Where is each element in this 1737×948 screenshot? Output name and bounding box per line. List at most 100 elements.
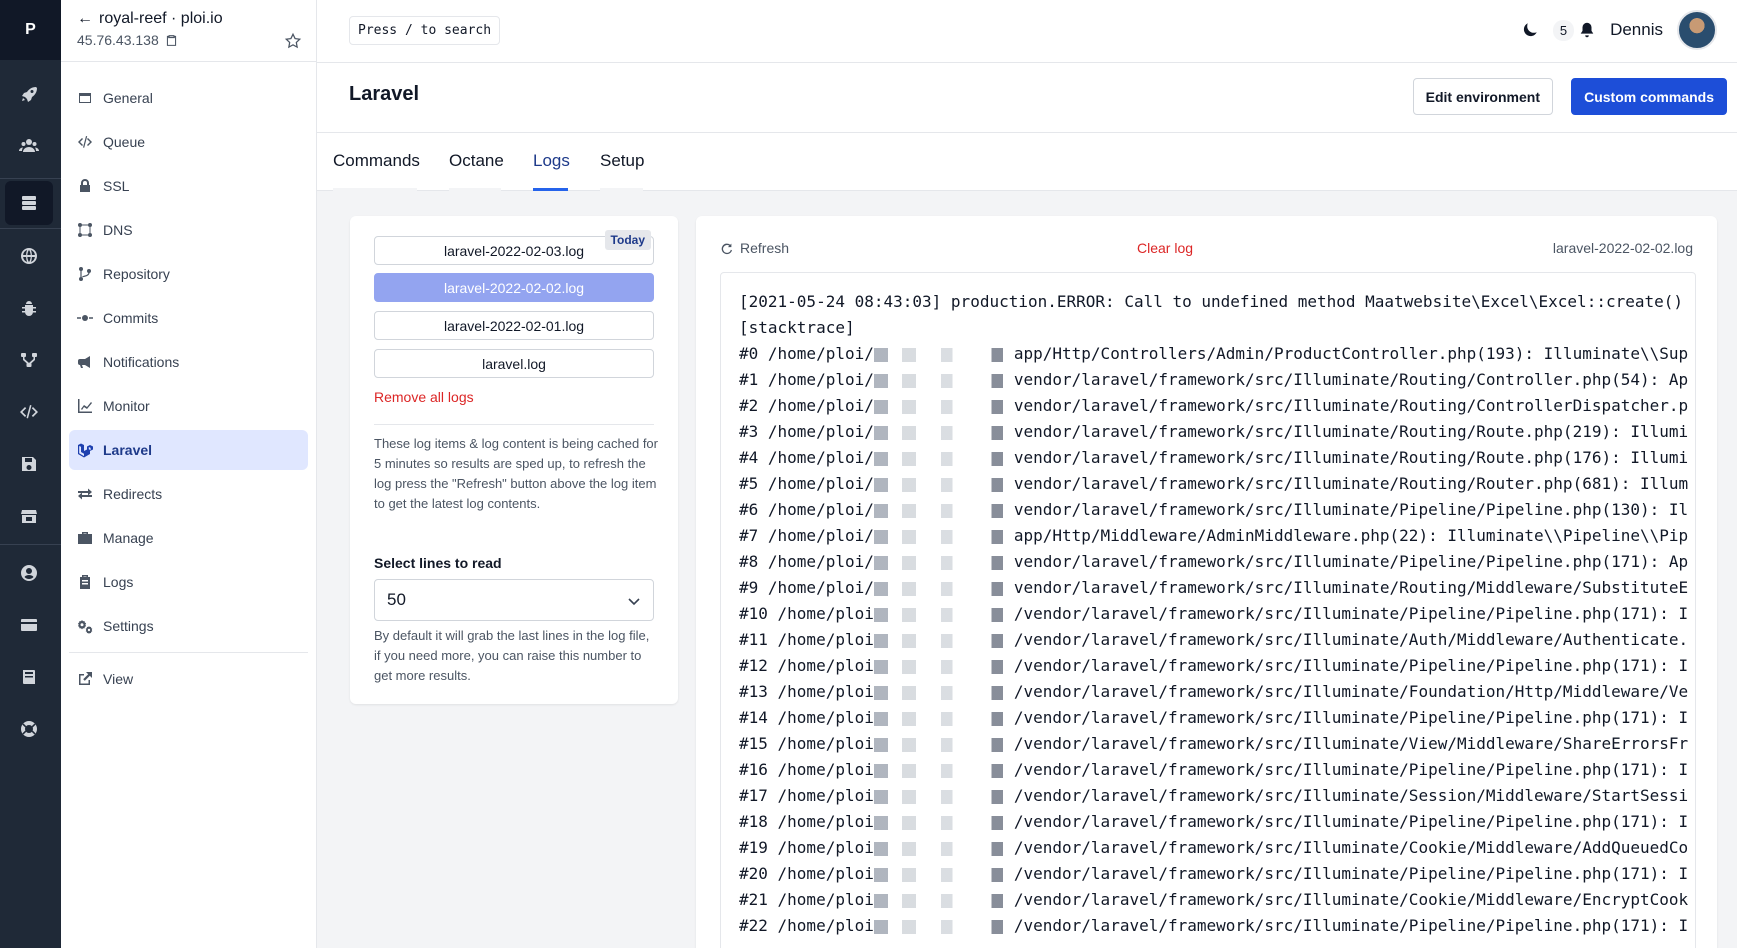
save-icon[interactable] [5, 442, 53, 486]
nav-item-logs[interactable]: Logs [69, 562, 308, 602]
stacktrace-line: #8 /home/ploi/vendor/laravel/framework/s… [739, 549, 1688, 575]
redacted-path [873, 503, 1014, 518]
site-ip-row: 45.76.43.138 [77, 32, 300, 48]
nav-item-view[interactable]: View [69, 659, 308, 699]
nav-label: Queue [103, 134, 146, 150]
rocket-icon[interactable] [5, 72, 53, 116]
log-file-button-selected[interactable]: laravel-2022-02-02.log [374, 273, 654, 302]
custom-commands-button[interactable]: Custom commands [1571, 78, 1727, 115]
log-file-button[interactable]: laravel-2022-02-01.log [374, 311, 654, 340]
remove-all-logs-link[interactable]: Remove all logs [374, 389, 474, 405]
clear-log-link[interactable]: Clear log [1137, 240, 1193, 256]
tab-label: Logs [533, 151, 570, 170]
servers-icon[interactable] [5, 181, 53, 225]
clipboard-copy-icon[interactable] [165, 34, 178, 47]
nav-item-manage[interactable]: Manage [69, 518, 308, 558]
stacktrace-prefix: #0 /home/ploi/ [739, 344, 874, 363]
stacktrace-prefix: #4 /home/ploi/ [739, 448, 874, 467]
redacted-path [873, 685, 1014, 700]
user-circle-icon[interactable] [5, 551, 53, 595]
nav-item-monitor[interactable]: Monitor [69, 386, 308, 426]
nav-item-repository[interactable]: Repository [69, 254, 308, 294]
site-back-link[interactable]: ← royal-reef · ploi.io [77, 10, 300, 28]
top-bar: Press / to search 5 Dennis [317, 0, 1737, 63]
log-files-card: laravel-2022-02-03.log Today laravel-202… [350, 216, 678, 704]
credit-card-icon[interactable] [5, 603, 53, 647]
redirect-icon [78, 488, 92, 500]
avatar[interactable] [1677, 10, 1717, 50]
stacktrace-path: vendor/laravel/framework/src/Illuminate/… [1013, 448, 1689, 467]
redacted-path [873, 919, 1014, 934]
log-file-name: laravel-2022-02-01.log [443, 317, 585, 334]
stacktrace-prefix: #10 /home/ploi [739, 604, 874, 623]
redacted-path [873, 399, 1014, 414]
stacktrace-line: #11 /home/ploi/vendor/laravel/framework/… [739, 627, 1688, 653]
stacktrace-line: #15 /home/ploi/vendor/laravel/framework/… [739, 731, 1688, 757]
star-icon[interactable] [284, 32, 302, 50]
lines-select[interactable]: 50 [374, 579, 654, 621]
stacktrace-path: vendor/laravel/framework/src/Illuminate/… [1013, 552, 1689, 571]
tab-commands[interactable]: Commands [333, 151, 420, 191]
stacktrace-prefix: #18 /home/ploi [739, 812, 874, 831]
edit-environment-button[interactable]: Edit environment [1412, 78, 1553, 115]
tab-octane[interactable]: Octane [449, 151, 504, 191]
log-file-button[interactable]: laravel.log [374, 349, 654, 378]
book-icon[interactable] [5, 655, 53, 699]
users-icon[interactable] [5, 124, 53, 168]
dns-icon [78, 223, 92, 237]
stacktrace-path: vendor/laravel/framework/src/Illuminate/… [1013, 422, 1689, 441]
bell-icon[interactable] [1578, 21, 1596, 39]
stacktrace-prefix: #14 /home/ploi [739, 708, 874, 727]
notification-count-badge[interactable]: 5 [1552, 19, 1575, 41]
stacktrace-line: #19 /home/ploi/vendor/laravel/framework/… [739, 835, 1688, 861]
stacktrace-line: #13 /home/ploi/vendor/laravel/framework/… [739, 679, 1688, 705]
nav-item-ssl[interactable]: SSL [69, 166, 308, 206]
nav-item-commits[interactable]: Commits [69, 298, 308, 338]
code-icon [78, 136, 92, 148]
bug-icon[interactable] [5, 286, 53, 330]
redacted-path [873, 373, 1014, 388]
redacted-path [873, 581, 1014, 596]
nav-item-redirects[interactable]: Redirects [69, 474, 308, 514]
globe-icon[interactable] [5, 234, 53, 278]
stacktrace-prefix: #16 /home/ploi [739, 760, 874, 779]
redacted-path [873, 529, 1014, 544]
today-badge: Today [604, 230, 651, 250]
stacktrace-prefix: #15 /home/ploi [739, 734, 874, 753]
page-header: Laravel Edit environment Custom commands [317, 63, 1737, 133]
nav-item-laravel[interactable]: Laravel [69, 430, 308, 470]
nav-item-notifications[interactable]: Notifications [69, 342, 308, 382]
tab-logs[interactable]: Logs [533, 151, 570, 191]
user-name[interactable]: Dennis [1610, 20, 1663, 40]
nav-item-queue[interactable]: Queue [69, 122, 308, 162]
nav-item-dns[interactable]: DNS [69, 210, 308, 250]
refresh-button[interactable]: Refresh [720, 240, 789, 256]
tab-setup[interactable]: Setup [600, 151, 644, 191]
page-title: Laravel [349, 83, 420, 105]
code-icon[interactable] [5, 390, 53, 434]
nav-label: Logs [103, 574, 134, 590]
nav-divider [69, 652, 308, 653]
support-icon[interactable] [5, 707, 53, 751]
redacted-path [873, 737, 1014, 752]
redacted-path [873, 633, 1014, 648]
nav-item-settings[interactable]: Settings [69, 606, 308, 646]
log-content[interactable]: [2021-05-24 08:43:03] production.ERROR: … [720, 272, 1696, 948]
laravel-icon [78, 443, 93, 458]
store-icon[interactable] [5, 494, 53, 538]
search-input[interactable]: Press / to search [349, 16, 501, 45]
stacktrace-path: /vendor/laravel/framework/src/Illuminate… [1013, 630, 1689, 649]
site-nav: General Queue SSL DNS Repository Commits… [61, 62, 316, 699]
nav-item-general[interactable]: General [69, 78, 308, 118]
stacktrace-path: /vendor/laravel/framework/src/Illuminate… [1013, 656, 1689, 675]
stacktrace-line: #20 /home/ploi/vendor/laravel/framework/… [739, 861, 1688, 887]
network-icon[interactable] [5, 338, 53, 382]
log-file-button[interactable]: laravel-2022-02-03.log Today [374, 230, 654, 265]
ploi-logo[interactable]: P [0, 0, 61, 60]
log-file-name: laravel-2022-02-03.log [443, 242, 585, 259]
git-branch-icon [79, 267, 91, 281]
moon-icon[interactable] [1521, 21, 1539, 39]
chart-icon [78, 399, 92, 413]
site-sidebar: ← royal-reef · ploi.io 45.76.43.138 Gene… [61, 0, 317, 948]
stacktrace-prefix: #8 /home/ploi/ [739, 552, 874, 571]
